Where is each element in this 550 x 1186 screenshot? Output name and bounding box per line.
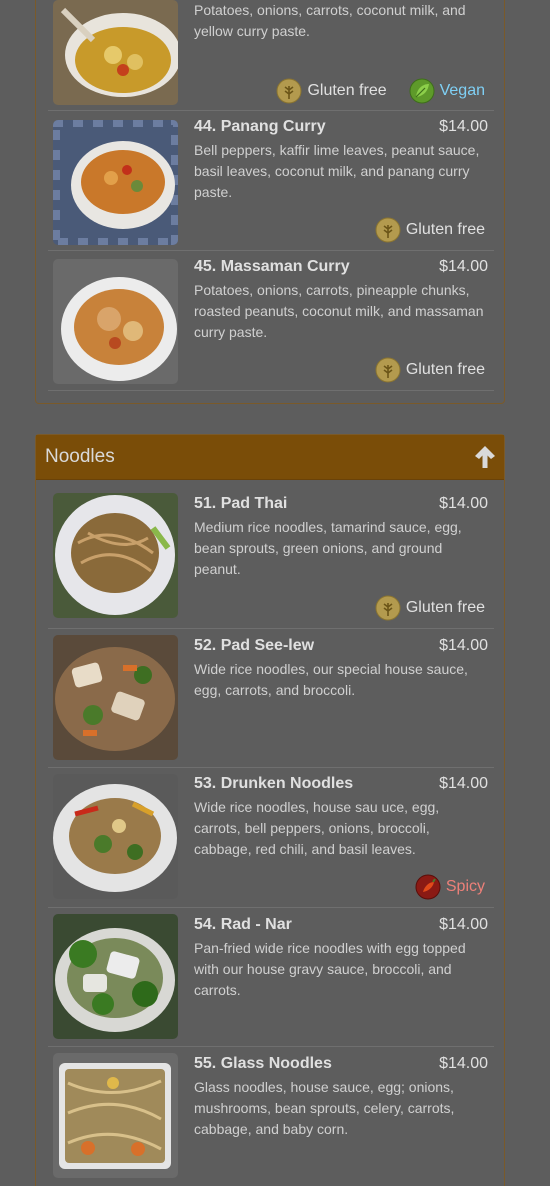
menu-item[interactable]: 45. Massaman Curry $14.00 Potatoes, onio… — [48, 251, 494, 391]
diet-badges: Gluten free — [375, 217, 485, 243]
menu-item[interactable]: 54. Rad - Nar $14.00 Pan-fried wide rice… — [48, 908, 494, 1047]
vegan-label: Vegan — [439, 82, 485, 99]
menu-item[interactable]: Potatoes, onions, carrots, coconut milk,… — [48, 0, 494, 111]
item-description: Potatoes, onions, carrots, pineapple chu… — [194, 282, 484, 340]
item-name: 55. Glass Noodles — [194, 1055, 332, 1072]
gluten-free-badge: Gluten free — [375, 595, 485, 621]
food-photo — [53, 914, 178, 1039]
gluten-free-badge: Gluten free — [375, 217, 485, 243]
item-price: $14.00 — [439, 258, 488, 275]
item-name: 53. Drunken Noodles — [194, 775, 354, 792]
spicy-label: Spicy — [445, 878, 485, 895]
menu-item[interactable]: 44. Panang Curry $14.00 Bell peppers, ka… — [48, 111, 494, 251]
section-header: Noodles — [36, 435, 504, 480]
diet-badges: Spicy — [415, 874, 485, 900]
food-photo — [53, 493, 178, 618]
arrow-up-icon[interactable] — [474, 444, 496, 470]
item-name: 44. Panang Curry — [194, 118, 326, 135]
gluten-free-label: Gluten free — [405, 361, 485, 378]
gluten-free-badge: Gluten free — [375, 357, 485, 383]
item-price: $14.00 — [439, 118, 488, 135]
gluten-free-wheat-icon — [375, 595, 401, 621]
gluten-free-label: Gluten free — [405, 221, 485, 238]
food-photo — [53, 1053, 178, 1178]
gluten-free-wheat-icon — [276, 78, 302, 104]
item-price: $14.00 — [439, 637, 488, 654]
item-name: 45. Massaman Curry — [194, 258, 350, 275]
menu-item[interactable]: 51. Pad Thai $14.00 Medium rice noodles,… — [48, 485, 494, 629]
diet-badges: Gluten free Vegan — [276, 78, 485, 104]
food-photo — [53, 774, 178, 899]
item-price: $14.00 — [439, 1055, 488, 1072]
food-photo — [53, 635, 178, 760]
section-title: Noodles — [45, 446, 115, 467]
spicy-badge: Spicy — [415, 874, 485, 900]
menu-item[interactable]: 53. Drunken Noodles $14.00 Wide rice noo… — [48, 768, 494, 908]
menu-item[interactable]: 55. Glass Noodles $14.00 Glass noodles, … — [48, 1047, 494, 1186]
food-photo — [53, 120, 178, 245]
item-description: Wide rice noodles, our special house sau… — [194, 661, 468, 698]
food-photo — [53, 0, 178, 105]
item-description: Pan-fried wide rice noodles with egg top… — [194, 940, 466, 998]
item-name: 54. Rad - Nar — [194, 916, 292, 933]
item-price: $14.00 — [439, 495, 488, 512]
gluten-free-wheat-icon — [375, 217, 401, 243]
noodles-section-panel: Noodles 51. Pad Thai $14.00 Medium rice … — [35, 434, 505, 1186]
vegan-badge: Vegan — [409, 78, 485, 104]
item-name: 51. Pad Thai — [194, 495, 288, 512]
item-description: Bell peppers, kaffir lime leaves, peanut… — [194, 142, 480, 200]
item-description: Medium rice noodles, tamarind sauce, egg… — [194, 519, 462, 577]
item-description: Wide rice noodles, house sau uce, egg, c… — [194, 799, 440, 857]
vegan-leaf-icon — [409, 78, 435, 104]
diet-badges: Gluten free — [375, 595, 485, 621]
item-price: $14.00 — [439, 916, 488, 933]
gluten-free-label: Gluten free — [405, 599, 485, 616]
item-description: Potatoes, onions, carrots, coconut milk,… — [194, 2, 466, 39]
spicy-chili-icon — [415, 874, 441, 900]
item-name: 52. Pad See-lew — [194, 637, 315, 654]
gluten-free-badge: Gluten free — [276, 78, 387, 104]
item-price: $14.00 — [439, 775, 488, 792]
gluten-free-wheat-icon — [375, 357, 401, 383]
menu-item[interactable]: 52. Pad See-lew $14.00 Wide rice noodles… — [48, 629, 494, 768]
item-description: Glass noodles, house sauce, egg; onions,… — [194, 1079, 455, 1137]
diet-badges: Gluten free — [375, 357, 485, 383]
food-photo — [53, 259, 178, 384]
gluten-free-label: Gluten free — [307, 82, 387, 99]
curry-section-panel: Potatoes, onions, carrots, coconut milk,… — [35, 0, 505, 404]
